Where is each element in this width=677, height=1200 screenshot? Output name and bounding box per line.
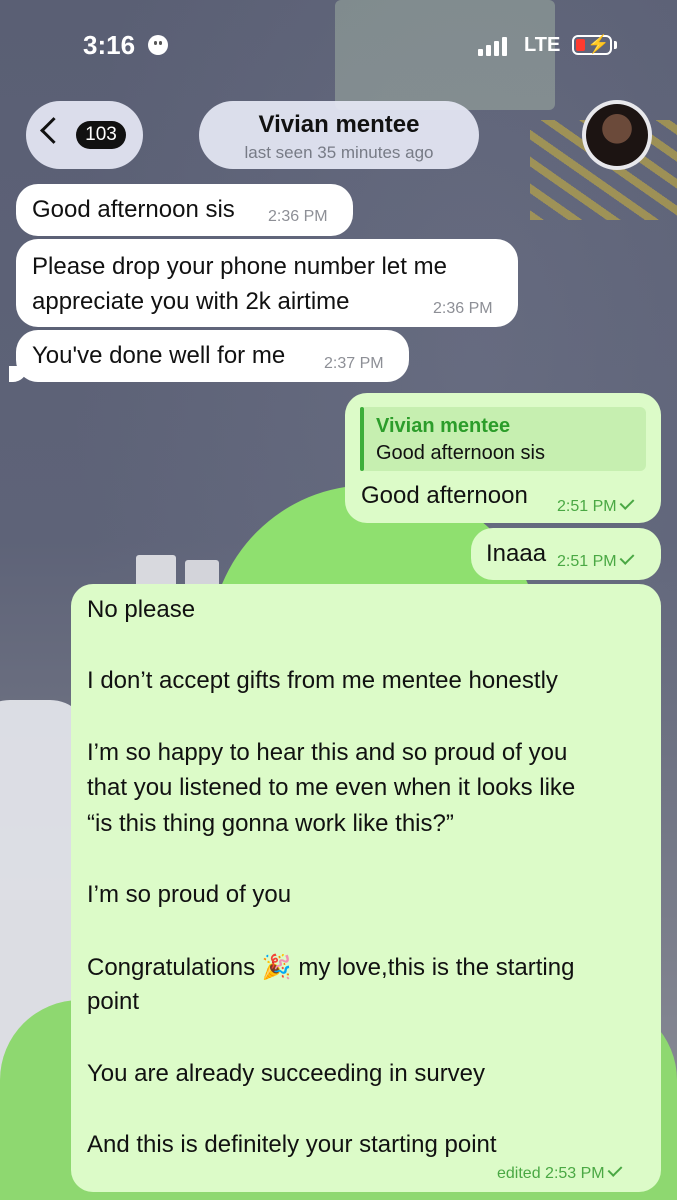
reply-quote[interactable]: Vivian mentee Good afternoon sis <box>360 407 646 471</box>
status-bar: 3:16 LTE ⚡ <box>0 0 677 90</box>
message-line: point <box>87 988 140 1015</box>
focus-smile-icon <box>148 35 168 55</box>
message-line: I don’t accept gifts from me mentee hone… <box>87 667 558 694</box>
message-text: Good afternoon <box>361 482 528 509</box>
message-time: 2:36 PM <box>268 208 328 225</box>
reply-author: Vivian mentee <box>376 415 511 437</box>
chat-header[interactable]: Vivian mentee last seen 35 minutes ago <box>199 101 479 169</box>
network-type: LTE <box>524 34 561 56</box>
message-line: No please <box>87 596 196 623</box>
message-time: 2:36 PM <box>433 300 493 317</box>
message-text: Good afternoon sis <box>32 196 235 223</box>
message-time: 2:37 PM <box>324 355 384 372</box>
message-line: Please drop your phone number let me <box>32 253 447 280</box>
message-text: Please drop your phone number let me app… <box>32 249 502 319</box>
incoming-message[interactable]: Please drop your phone number let me app… <box>16 239 518 327</box>
message-line: I’m so proud of you <box>87 881 292 908</box>
message-status: edited 2:53 PM <box>497 1162 623 1183</box>
message-line: I’m so happy to hear this and so proud o… <box>87 739 568 766</box>
avatar[interactable] <box>582 100 652 170</box>
incoming-message[interactable]: You've done well for me 2:37 PM <box>9 330 409 382</box>
last-seen-status: last seen 35 minutes ago <box>244 143 434 162</box>
message-line: Congratulations 🎉 my love,this is the st… <box>87 953 574 982</box>
message-status: 2:51 PM <box>557 495 635 516</box>
message-time: 2:51 PM <box>557 498 617 515</box>
message-line: “is this thing gonna work like this?” <box>87 810 454 837</box>
message-time: edited 2:53 PM <box>497 1165 605 1182</box>
check-icon <box>607 1162 623 1177</box>
outgoing-message[interactable]: Vivian mentee Good afternoon sis Good af… <box>345 393 661 523</box>
message-time: 2:51 PM <box>557 553 617 570</box>
party-popper-icon: 🎉 <box>261 954 292 981</box>
chevron-left-icon <box>40 117 67 144</box>
avatar-photo <box>586 104 648 166</box>
back-button[interactable]: 103 <box>26 101 143 169</box>
outgoing-message[interactable]: Inaaa 2:51 PM <box>471 528 661 580</box>
message-text: You've done well for me <box>32 342 286 369</box>
unread-count-badge: 103 <box>76 121 126 149</box>
message-line: And this is definitely your starting poi… <box>87 1131 497 1158</box>
incoming-message[interactable]: Good afternoon sis 2:36 PM <box>16 184 353 236</box>
chat-title: Vivian mentee <box>258 111 420 138</box>
check-icon <box>619 550 635 565</box>
battery-icon: ⚡ <box>572 34 612 55</box>
battery-cap <box>614 41 617 49</box>
reply-text: Good afternoon sis <box>376 442 545 464</box>
message-line: appreciate you with 2k airtime <box>32 288 350 315</box>
message-word: my love,this is the starting <box>298 954 575 981</box>
check-icon <box>619 495 635 510</box>
message-word: Congratulations <box>87 954 256 981</box>
message-status: 2:51 PM <box>557 550 635 571</box>
message-text: Inaaa <box>486 540 547 567</box>
cellular-signal-icon <box>478 36 512 56</box>
reply-accent-bar <box>360 407 364 471</box>
message-line: You are already succeeding in survey <box>87 1060 486 1087</box>
outgoing-message[interactable]: No please I don’t accept gifts from me m… <box>71 584 661 1192</box>
message-line: that you listened to me even when it loo… <box>87 774 576 801</box>
status-time: 3:16 <box>83 30 136 60</box>
